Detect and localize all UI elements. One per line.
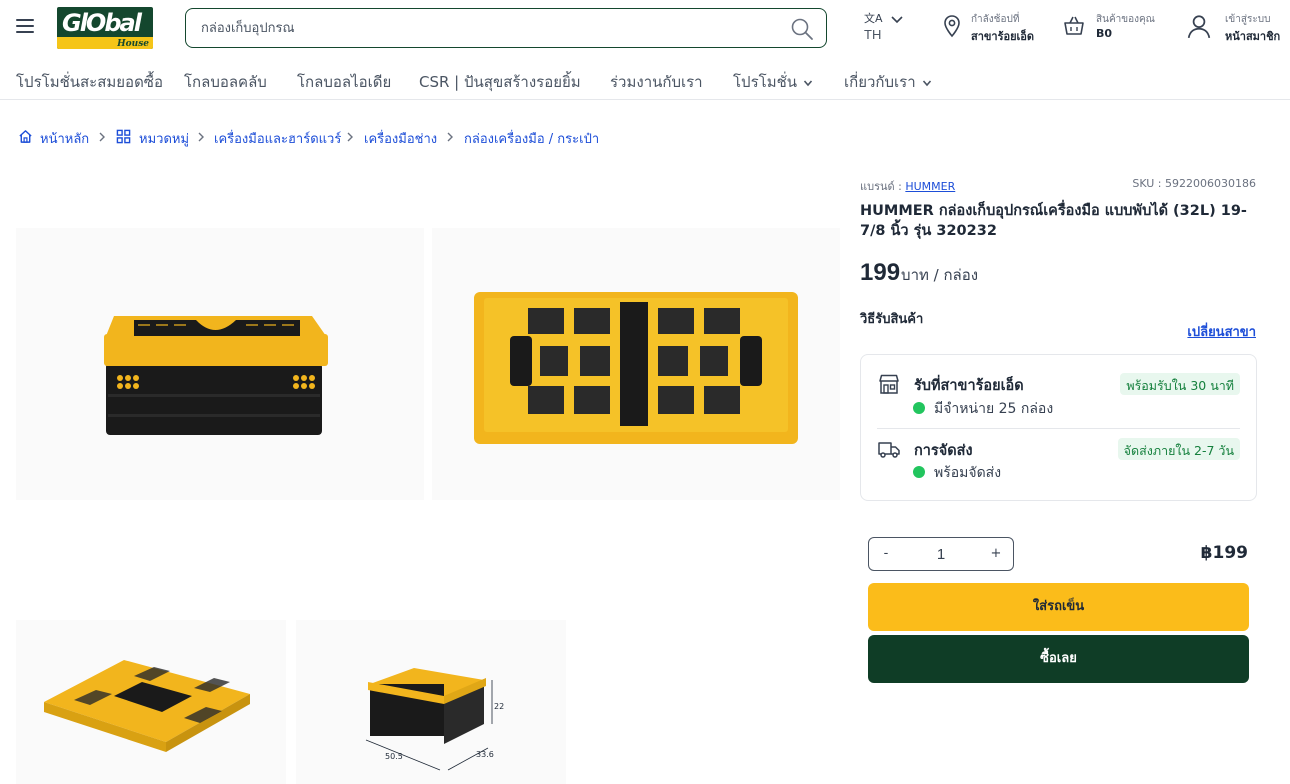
store-icon [879, 374, 899, 394]
chevron-right-icon [99, 132, 105, 142]
dimension-height-label: 22 [494, 702, 505, 711]
nav-item-careers[interactable]: ร่วมงานกับเรา [610, 70, 703, 94]
account-login[interactable]: เข้าสู่ระบบ หน้าสมาชิก [1186, 11, 1282, 45]
product-image-main[interactable] [16, 228, 424, 500]
store-pickup-title: รับที่สาขาร้อยเอ็ด [914, 378, 1024, 394]
breadcrumb-home[interactable]: หน้าหลัก [40, 128, 89, 149]
language-code: TH [864, 27, 882, 42]
cart-caption: สินค้าของคุณ [1096, 14, 1155, 25]
logo-subtext: House [117, 39, 149, 49]
divider [877, 428, 1240, 429]
account-caption: เข้าสู่ระบบ [1225, 14, 1271, 25]
basket-icon [1064, 16, 1084, 35]
nav-item-spend-promo[interactable]: โปรโมชั่นสะสมยอดซื้อ [16, 70, 163, 94]
chevron-down-icon [803, 79, 813, 86]
crate-top-view-image [474, 292, 798, 444]
available-dot-icon [913, 402, 925, 414]
price-row: 199บาท / กล่อง [860, 259, 978, 287]
breadcrumb-toolbox-bags[interactable]: กล่องเครื่องมือ / กระเป๋า [464, 128, 599, 149]
product-image-dimensions[interactable]: 22 33.6 50.5 [296, 620, 566, 784]
branch-caption: กำลังช้อปที่ [971, 14, 1020, 25]
increase-quantity-button[interactable]: + [986, 544, 1006, 564]
breadcrumb-hand-tools[interactable]: เครื่องมือช่าง [364, 128, 437, 149]
nav-item-global-idea[interactable]: โกลบอลไอเดีย [297, 70, 391, 94]
home-icon [19, 130, 32, 143]
nav-item-promotions[interactable]: โปรโมชั่น [733, 70, 813, 94]
branch-selector[interactable]: กำลังช้อปที่ สาขาร้อยเอ็ด [940, 11, 1040, 45]
pickup-method-label: วิธีรับสินค้า [860, 312, 924, 327]
crate-angled-view-image [44, 660, 250, 752]
search-box [185, 8, 827, 48]
main-nav: โปรโมชั่นสะสมยอดซื้อ โกลบอลคลับ โกลบอลไอ… [0, 62, 1290, 100]
add-to-cart-button[interactable]: ใส่รถเข็น [868, 583, 1249, 631]
breadcrumb-categories[interactable]: หมวดหมู่ [139, 128, 189, 149]
chevron-down-icon [922, 79, 931, 86]
account-link: หน้าสมาชิก [1225, 30, 1281, 43]
branch-name: สาขาร้อยเอ็ด [971, 30, 1035, 43]
product-sku: SKU : 5922006030186 [1132, 177, 1256, 190]
search-input[interactable] [201, 18, 781, 38]
shipping-status: พร้อมจัดส่ง [934, 465, 1002, 481]
decrease-quantity-button[interactable]: - [876, 544, 896, 564]
brand-link[interactable]: HUMMER [905, 180, 955, 193]
quantity-input[interactable] [919, 543, 963, 565]
grid-icon [116, 129, 131, 144]
language-selector[interactable]: 文A TH [862, 10, 908, 46]
chevron-right-icon [198, 132, 204, 142]
crate-side-view-image [104, 316, 328, 435]
product-image-top[interactable] [432, 228, 840, 500]
search-icon[interactable] [790, 17, 814, 41]
quantity-stepper: - + [868, 537, 1014, 571]
location-pin-icon [944, 15, 960, 38]
product-price: 199 [860, 259, 901, 286]
nav-item-global-club[interactable]: โกลบอลคลับ [184, 70, 267, 94]
user-icon [1187, 15, 1211, 39]
nav-item-about[interactable]: เกี่ยวกับเรา [844, 70, 932, 94]
dimension-length-label: 50.5 [385, 752, 403, 761]
translate-icon: 文A [864, 12, 883, 25]
truck-icon [878, 442, 900, 458]
logo-text: GlObal [62, 9, 142, 37]
cart-summary[interactable]: สินค้าของคุณ B0 [1062, 11, 1166, 45]
buy-now-button[interactable]: ซื้อเลย [868, 635, 1249, 683]
delivery-options: รับที่สาขาร้อยเอ็ด พร้อมรับใน 30 นาที มี… [860, 354, 1257, 501]
nav-item-csr[interactable]: CSR | ปันสุขสร้างรอยยิ้ม [419, 70, 581, 94]
nav-item-promotions-label: โปรโมชั่น [733, 73, 798, 91]
chevron-right-icon [447, 132, 453, 142]
brand-label: แบรนด์ : [860, 180, 902, 193]
site-header: GlObal House 文A TH กำลังช้อปที่ สาขาร้อย… [0, 0, 1290, 56]
shipping-title: การจัดส่ง [914, 443, 973, 459]
store-pickup-badge: พร้อมรับใน 30 นาที [1120, 373, 1240, 395]
breadcrumb-tools-hardware[interactable]: เครื่องมือและฮาร์ดแวร์ [214, 128, 341, 149]
chevron-right-icon [347, 132, 353, 142]
store-stock-status: มีจำหน่าย 25 กล่อง [934, 401, 1054, 417]
change-branch-link[interactable]: เปลี่ยนสาขา [1130, 321, 1256, 342]
available-dot-icon [913, 466, 925, 478]
dimension-width-label: 33.6 [476, 750, 494, 759]
product-title: HUMMER กล่องเก็บอุปกรณ์เครื่องมือ แบบพับ… [860, 203, 1247, 239]
nav-item-about-label: เกี่ยวกับเรา [844, 73, 916, 91]
shipping-badge: จัดส่งภายใน 2-7 วัน [1117, 438, 1240, 460]
price-unit: บาท / กล่อง [901, 266, 979, 284]
brand-line: แบรนด์ : HUMMER [860, 177, 955, 195]
site-logo[interactable]: GlObal House [57, 7, 153, 49]
total-price: ฿199 [1200, 543, 1248, 563]
cart-total: B0 [1096, 27, 1113, 40]
menu-icon[interactable] [16, 19, 34, 35]
crate-dimensions-image [365, 668, 493, 771]
product-image-angled[interactable] [16, 620, 286, 784]
chevron-down-icon [891, 16, 903, 24]
